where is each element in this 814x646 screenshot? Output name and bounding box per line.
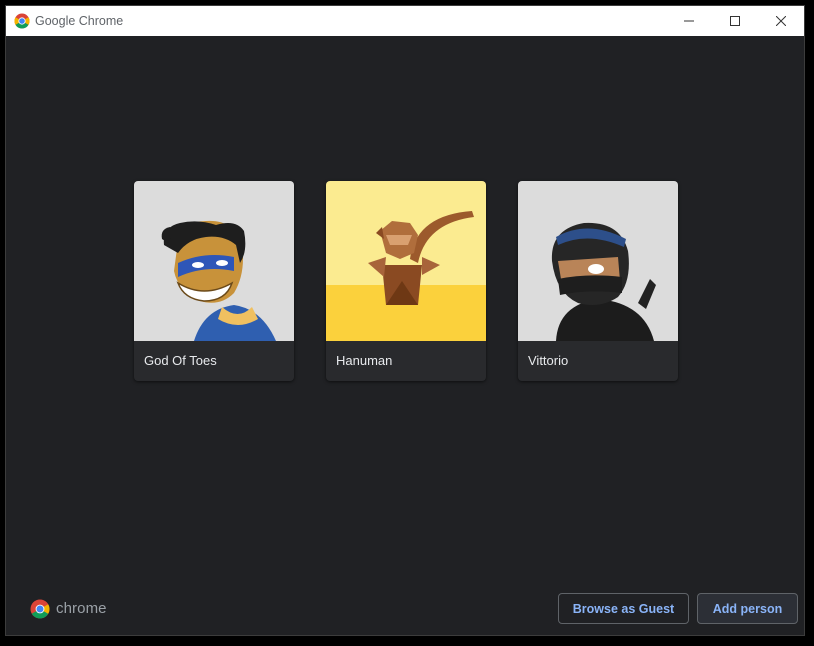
close-icon	[776, 16, 786, 26]
close-button[interactable]	[758, 6, 804, 36]
browse-as-guest-button[interactable]: Browse as Guest	[558, 593, 689, 624]
ninja-avatar-icon	[518, 181, 678, 341]
superhero-avatar-icon	[134, 181, 294, 341]
origami-monkey-avatar-icon	[326, 181, 486, 341]
profile-card-vittorio[interactable]: Vittorio	[518, 181, 678, 381]
minimize-icon	[684, 20, 694, 22]
maximize-icon	[730, 16, 740, 26]
title-bar[interactable]: Google Chrome	[6, 6, 804, 36]
profile-picker-window: Google Chrome God Of Toes Hanuman Vittor…	[5, 5, 805, 636]
window-title: Google Chrome	[35, 14, 124, 28]
minimize-button[interactable]	[666, 6, 712, 36]
chrome-logo-icon	[30, 599, 50, 619]
profile-card-hanuman[interactable]: Hanuman	[326, 181, 486, 381]
profile-name: Vittorio	[528, 353, 569, 368]
profile-card-god-of-toes[interactable]: God Of Toes	[134, 181, 294, 381]
profile-name: God Of Toes	[144, 353, 217, 368]
profile-name: Hanuman	[336, 353, 393, 368]
brand-wordmark: chrome	[56, 600, 107, 617]
add-person-button[interactable]: Add person	[697, 593, 798, 624]
chrome-logo-icon	[14, 13, 30, 29]
maximize-button[interactable]	[712, 6, 758, 36]
